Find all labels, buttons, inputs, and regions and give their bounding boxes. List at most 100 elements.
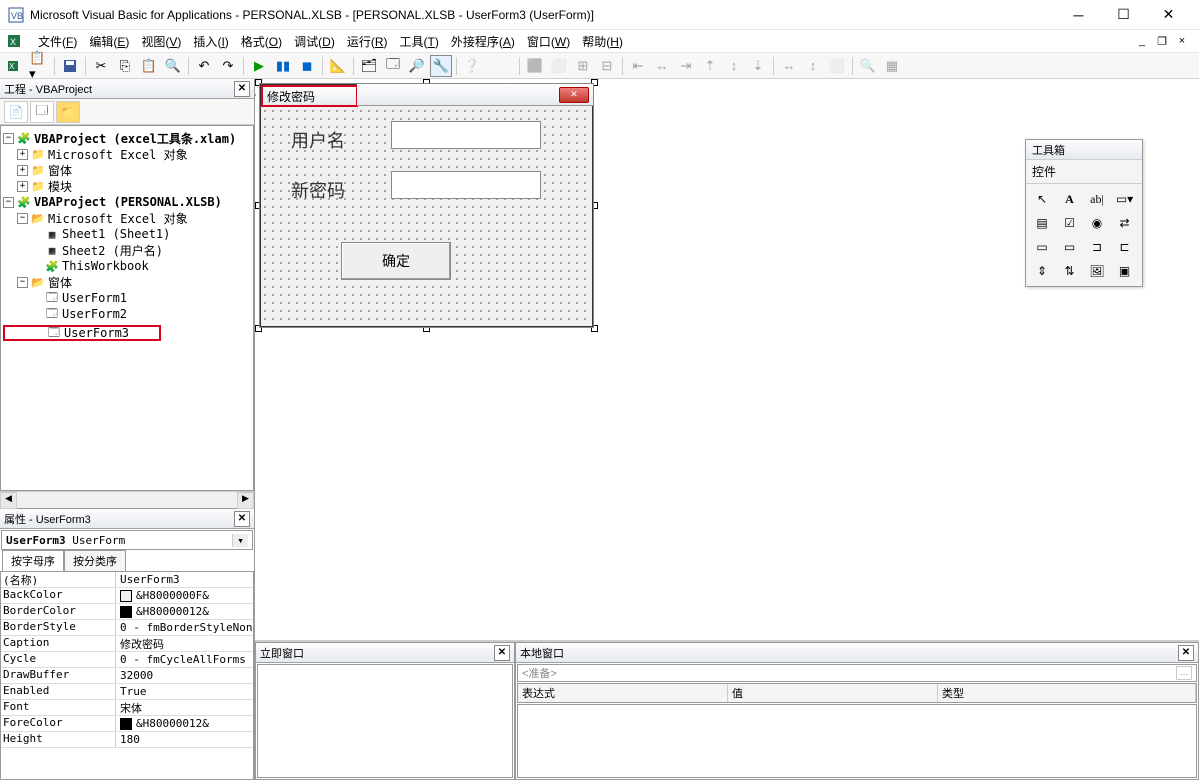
tool-textbox-icon[interactable]: ab| [1085,188,1109,210]
properties-tab-alpha[interactable]: 按字母序 [2,550,64,571]
tool-label-icon[interactable]: A [1058,188,1082,210]
property-row[interactable]: Font宋体 [1,700,253,716]
property-row[interactable]: (名称)UserForm3 [1,572,253,588]
tool-checkbox-icon[interactable]: ☑ [1058,212,1082,234]
menu-view[interactable]: 视图(V) [135,31,187,52]
run-button[interactable]: ▶ [248,55,270,77]
toolbox-window[interactable]: 工具箱 控件 ↖ A ab| ▭▾ ▤ ☑ ◉ ⇄ ▭ ▭ ⊐ ⊏ ⇕ ⇅ [1025,139,1143,287]
project-scrollbar[interactable]: ◀▶ [0,491,254,508]
properties-grid[interactable]: (名称)UserForm3BackColor&H8000000F&BorderC… [0,571,254,780]
properties-tab-category[interactable]: 按分类序 [64,550,126,571]
menu-file[interactable]: 文件(F) [32,31,83,52]
label-username[interactable]: 用户名 [291,127,345,153]
break-button[interactable]: ▮▮ [272,55,294,77]
immediate-window-body[interactable] [257,664,513,778]
project-tree[interactable]: −🧩VBAProject (excel工具条.xlam) +📁Microsoft… [0,125,254,491]
property-row[interactable]: BackColor&H8000000F& [1,588,253,604]
copy-button[interactable]: ⎘ [114,55,136,77]
tool-multipage-icon[interactable]: ⊏ [1113,236,1137,258]
property-row[interactable]: Cycle0 - fmCycleAllForms [1,652,253,668]
tree-sheet2[interactable]: Sheet2 (用户名) [62,242,163,259]
menu-window[interactable]: 窗口(W) [521,31,576,52]
tree-project-2[interactable]: VBAProject (PERSONAL.XLSB) [34,195,222,209]
tool-select-icon[interactable]: ↖ [1030,188,1054,210]
tool-combobox-icon[interactable]: ▭▾ [1113,188,1137,210]
menu-format[interactable]: 格式(O) [235,31,288,52]
view-excel-button[interactable]: X [4,55,26,77]
tool-scrollbar-icon[interactable]: ⇕ [1030,260,1054,282]
immediate-window-close-button[interactable]: ✕ [494,645,510,661]
project-explorer-button[interactable]: 🗂 [358,55,380,77]
menu-run[interactable]: 运行(R) [341,31,394,52]
tool-optionbutton-icon[interactable]: ◉ [1085,212,1109,234]
toggle-folders-button[interactable]: 📁 [56,101,80,123]
design-mode-button[interactable]: 📐 [327,55,349,77]
paste-button[interactable]: 📋 [138,55,160,77]
locals-window-close-button[interactable]: ✕ [1178,645,1194,661]
menu-addins[interactable]: 外接程序(A) [445,31,521,52]
tool-togglebutton-icon[interactable]: ⇄ [1113,212,1137,234]
locals-window-body[interactable] [517,704,1197,778]
tool-listbox-icon[interactable]: ▤ [1030,212,1054,234]
properties-pane-close-button[interactable]: ✕ [234,511,250,527]
find-button[interactable]: 🔍 [162,55,184,77]
mdi-minimize-button[interactable]: _ [1133,33,1151,49]
button-ok[interactable]: 确定 [341,242,451,280]
locals-col-type[interactable]: 类型 [938,684,1196,702]
minimize-button[interactable]: ─ [1056,0,1101,29]
property-row[interactable]: BorderStyle0 - fmBorderStyleNone [1,620,253,636]
menu-edit[interactable]: 编辑(E) [83,31,135,52]
toolbox-tab-controls[interactable]: 控件 [1026,160,1142,184]
tree-thisworkbook[interactable]: ThisWorkbook [62,259,149,273]
properties-object-combo[interactable]: UserForm3 UserForm ▾ [1,530,253,550]
property-row[interactable]: Height180 [1,732,253,748]
tree-userform3[interactable]: UserForm3 [64,326,129,340]
mdi-close-button[interactable]: × [1173,33,1191,49]
form-designer-area[interactable]: 修改密码 ✕ 用户名 新密码 确定 [255,79,1199,640]
properties-window-button[interactable]: 🗔 [382,55,404,77]
undo-button[interactable]: ↶ [193,55,215,77]
tool-image-icon[interactable]: 🖼 [1085,260,1109,282]
view-code-button[interactable]: 📄 [4,101,28,123]
tree-forms-1[interactable]: 窗体 [48,162,72,179]
tree-modules-1[interactable]: 模块 [48,178,72,195]
locals-context-combo[interactable]: <准备>… [517,664,1197,682]
mdi-restore-button[interactable]: ❐ [1153,33,1171,49]
insert-button[interactable]: 📋▾ [28,55,50,77]
property-row[interactable]: EnabledTrue [1,684,253,700]
tree-userform1[interactable]: UserForm1 [62,291,127,305]
close-button[interactable]: ✕ [1146,0,1191,29]
tree-project-1[interactable]: VBAProject (excel工具条.xlam) [34,130,236,147]
excel-icon[interactable]: X [8,33,24,49]
property-row[interactable]: Caption修改密码 [1,636,253,652]
tree-excel-objects-2[interactable]: Microsoft Excel 对象 [48,210,188,227]
menu-help[interactable]: 帮助(H) [576,31,629,52]
save-button[interactable] [59,55,81,77]
redo-button[interactable]: ↷ [217,55,239,77]
label-newpassword[interactable]: 新密码 [291,177,345,203]
menu-tools[interactable]: 工具(T) [394,31,445,52]
userform-close-button[interactable]: ✕ [559,87,589,103]
toolbox-button[interactable]: 🔧 [430,55,452,77]
reset-button[interactable]: ◼ [296,55,318,77]
tool-refedit-icon[interactable]: ▣ [1113,260,1137,282]
cut-button[interactable]: ✂ [90,55,112,77]
tool-tabstrip-icon[interactable]: ⊐ [1085,236,1109,258]
userform-designer[interactable]: 修改密码 ✕ 用户名 新密码 确定 [260,84,593,327]
tree-excel-objects-1[interactable]: Microsoft Excel 对象 [48,146,188,163]
locals-col-value[interactable]: 值 [728,684,938,702]
tool-frame-icon[interactable]: ▭ [1030,236,1054,258]
locals-col-expression[interactable]: 表达式 [518,684,728,702]
textbox-username[interactable] [391,121,541,149]
tool-spinbutton-icon[interactable]: ⇅ [1058,260,1082,282]
textbox-newpassword[interactable] [391,171,541,199]
project-pane-close-button[interactable]: ✕ [234,81,250,97]
tool-commandbutton-icon[interactable]: ▭ [1058,236,1082,258]
property-row[interactable]: DrawBuffer32000 [1,668,253,684]
tree-sheet1[interactable]: Sheet1 (Sheet1) [62,227,170,241]
tree-userform2[interactable]: UserForm2 [62,307,127,321]
menu-debug[interactable]: 调试(D) [288,31,341,52]
menu-insert[interactable]: 插入(I) [187,31,234,52]
property-row[interactable]: ForeColor&H80000012& [1,716,253,732]
view-object-button[interactable]: 🗔 [30,101,54,123]
